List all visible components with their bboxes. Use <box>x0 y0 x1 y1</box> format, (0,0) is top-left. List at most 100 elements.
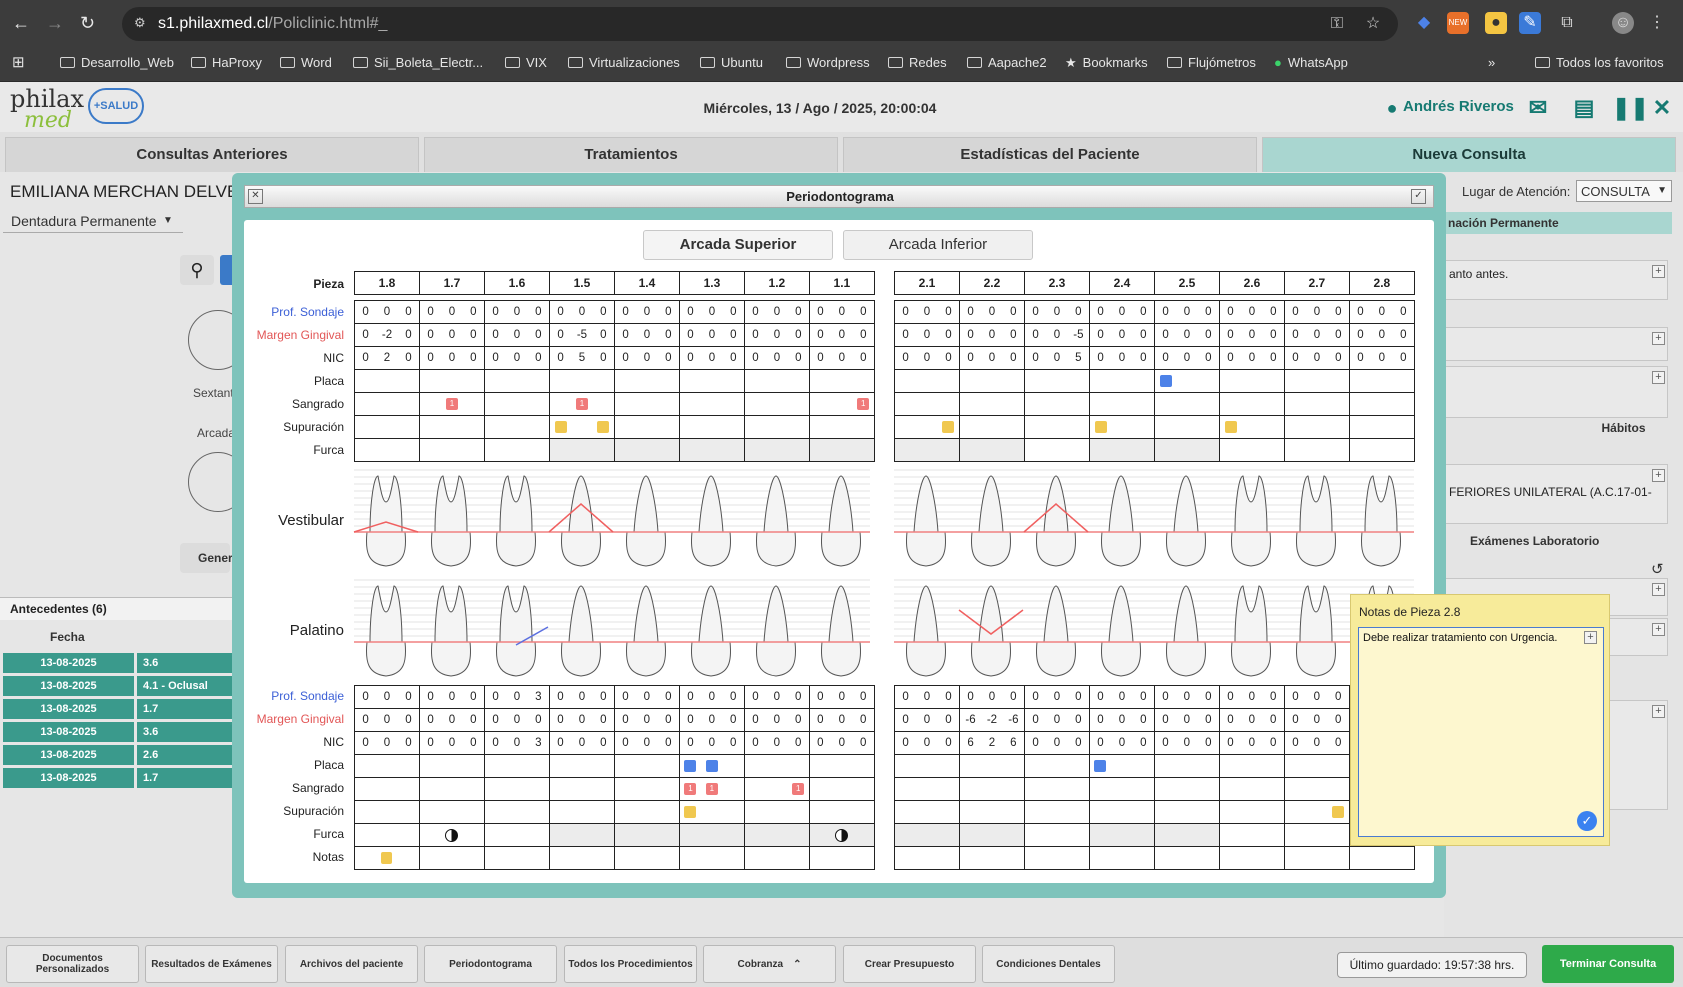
notas-cell[interactable] <box>937 846 960 870</box>
placa-cell[interactable] <box>418 754 442 778</box>
sondaje-cell[interactable]: 0 <box>1002 685 1025 709</box>
sondaje-cell[interactable]: 0 <box>1371 300 1393 324</box>
sangrado-cell[interactable] <box>592 777 615 801</box>
sondaje-cell[interactable]: 0 <box>765 685 788 709</box>
notas-cell[interactable] <box>418 846 442 870</box>
sangrado-cell[interactable]: 1 <box>571 392 593 416</box>
bookmarks-overflow-icon[interactable]: » <box>1488 54 1495 72</box>
nic-cell[interactable]: 0 <box>1348 346 1372 370</box>
confirm-check-icon[interactable]: ✓ <box>1577 811 1597 831</box>
notas-cell[interactable] <box>376 846 398 870</box>
notas-cell[interactable] <box>1348 846 1371 870</box>
margen-cell[interactable]: 0 <box>613 708 637 732</box>
margen-cell[interactable]: 0 <box>636 323 658 347</box>
nic-cell[interactable]: 0 <box>937 346 960 370</box>
furca-cell[interactable] <box>958 823 1025 847</box>
placa-cell[interactable] <box>722 754 745 778</box>
furca-cell[interactable] <box>678 823 745 847</box>
sondaje-cell[interactable]: 0 <box>701 685 723 709</box>
lugar-select[interactable]: CONSULTA ▼ <box>1576 180 1672 202</box>
supuracion-cell[interactable] <box>548 415 572 439</box>
sondaje-cell[interactable]: 0 <box>1327 300 1350 324</box>
terminar-consulta-button[interactable]: Terminar Consulta <box>1542 945 1674 983</box>
supuracion-cell[interactable] <box>397 415 420 439</box>
margen-cell[interactable]: 0 <box>483 323 507 347</box>
supuracion-cell[interactable] <box>1111 800 1133 824</box>
placa-cell[interactable] <box>1132 369 1155 393</box>
margen-cell[interactable]: 0 <box>1002 323 1025 347</box>
sangrado-cell[interactable] <box>376 777 398 801</box>
supuracion-cell[interactable] <box>613 800 637 824</box>
sondaje-cell[interactable]: 0 <box>937 685 960 709</box>
placa-cell[interactable] <box>1176 754 1198 778</box>
arcada-superior-button[interactable]: Arcada Superior <box>643 230 833 260</box>
margen-cell[interactable]: 0 <box>743 323 767 347</box>
supuracion-cell[interactable] <box>483 800 507 824</box>
supuracion-cell[interactable] <box>1327 800 1350 824</box>
supuracion-cell[interactable] <box>678 800 701 824</box>
sangrado-cell[interactable] <box>418 392 442 416</box>
margen-cell[interactable]: 0 <box>483 708 507 732</box>
sondaje-cell[interactable]: 0 <box>506 300 528 324</box>
placa-cell[interactable] <box>765 754 788 778</box>
sangrado-cell[interactable] <box>1218 777 1241 801</box>
furca-cell[interactable] <box>1088 438 1155 462</box>
margen-cell[interactable]: -5 <box>1067 323 1090 347</box>
margen-cell[interactable]: 0 <box>1046 708 1068 732</box>
margen-cell[interactable]: 0 <box>808 323 832 347</box>
star-icon[interactable]: ☆ <box>1362 13 1384 35</box>
margen-cell[interactable]: 0 <box>1176 323 1198 347</box>
supuracion-cell[interactable] <box>441 800 463 824</box>
margen-cell[interactable]: 0 <box>592 708 615 732</box>
bookmark-folder[interactable]: Flujómetros <box>1167 54 1256 72</box>
supuracion-cell[interactable] <box>958 415 982 439</box>
placa-cell[interactable] <box>1088 754 1112 778</box>
furca-cell[interactable] <box>1088 823 1155 847</box>
supuracion-cell[interactable] <box>1153 800 1177 824</box>
sangrado-cell[interactable] <box>958 392 982 416</box>
nic-cell[interactable]: 5 <box>1067 346 1090 370</box>
archivos-button[interactable]: Archivos del paciente <box>285 945 418 983</box>
notas-cell[interactable] <box>1327 846 1350 870</box>
sangrado-cell[interactable] <box>916 392 938 416</box>
supuracion-cell[interactable] <box>722 800 745 824</box>
margen-cell[interactable]: 0 <box>1218 323 1242 347</box>
sangrado-cell[interactable] <box>462 777 485 801</box>
margen-cell[interactable]: 0 <box>636 708 658 732</box>
margen-cell[interactable]: 0 <box>548 323 572 347</box>
supuracion-cell[interactable] <box>743 415 767 439</box>
nic-cell[interactable]: 0 <box>548 731 572 755</box>
sangrado-cell[interactable] <box>765 777 788 801</box>
supuracion-cell[interactable] <box>397 800 420 824</box>
placa-cell[interactable] <box>743 754 766 778</box>
nic-cell[interactable]: 2 <box>376 346 398 370</box>
profile-avatar[interactable]: ☺ <box>1612 12 1634 34</box>
sondaje-cell[interactable]: 0 <box>1197 300 1220 324</box>
nic-cell[interactable]: 0 <box>571 731 593 755</box>
supuracion-cell[interactable] <box>830 800 853 824</box>
sangrado-cell[interactable] <box>376 392 398 416</box>
condiciones-button[interactable]: Condiciones Dentales <box>982 945 1115 983</box>
sangrado-cell[interactable] <box>808 777 831 801</box>
notas-cell[interactable] <box>1002 846 1025 870</box>
placa-cell[interactable] <box>808 369 832 393</box>
margen-cell[interactable]: 0 <box>787 323 810 347</box>
sangrado-cell[interactable] <box>1327 777 1350 801</box>
sangrado-cell[interactable] <box>831 392 853 416</box>
nic-cell[interactable]: 0 <box>1153 731 1177 755</box>
nic-cell[interactable]: 0 <box>1283 731 1306 755</box>
sangrado-cell[interactable] <box>1046 777 1068 801</box>
supuracion-cell[interactable] <box>462 800 485 824</box>
sangrado-cell[interactable] <box>657 392 680 416</box>
furca-cell[interactable] <box>894 823 960 847</box>
placa-cell[interactable] <box>1262 369 1285 393</box>
margen-cell[interactable]: 0 <box>916 708 938 732</box>
margen-cell[interactable]: 0 <box>1088 323 1112 347</box>
furca-cell[interactable] <box>1023 438 1090 462</box>
supuracion-cell[interactable] <box>1262 415 1285 439</box>
placa-cell[interactable] <box>657 754 680 778</box>
placa-cell[interactable] <box>1241 754 1263 778</box>
supuracion-cell[interactable] <box>1111 415 1133 439</box>
bookmark-folder[interactable]: Sii_Boleta_Electr... <box>353 54 483 72</box>
placa-marker[interactable] <box>684 759 697 772</box>
